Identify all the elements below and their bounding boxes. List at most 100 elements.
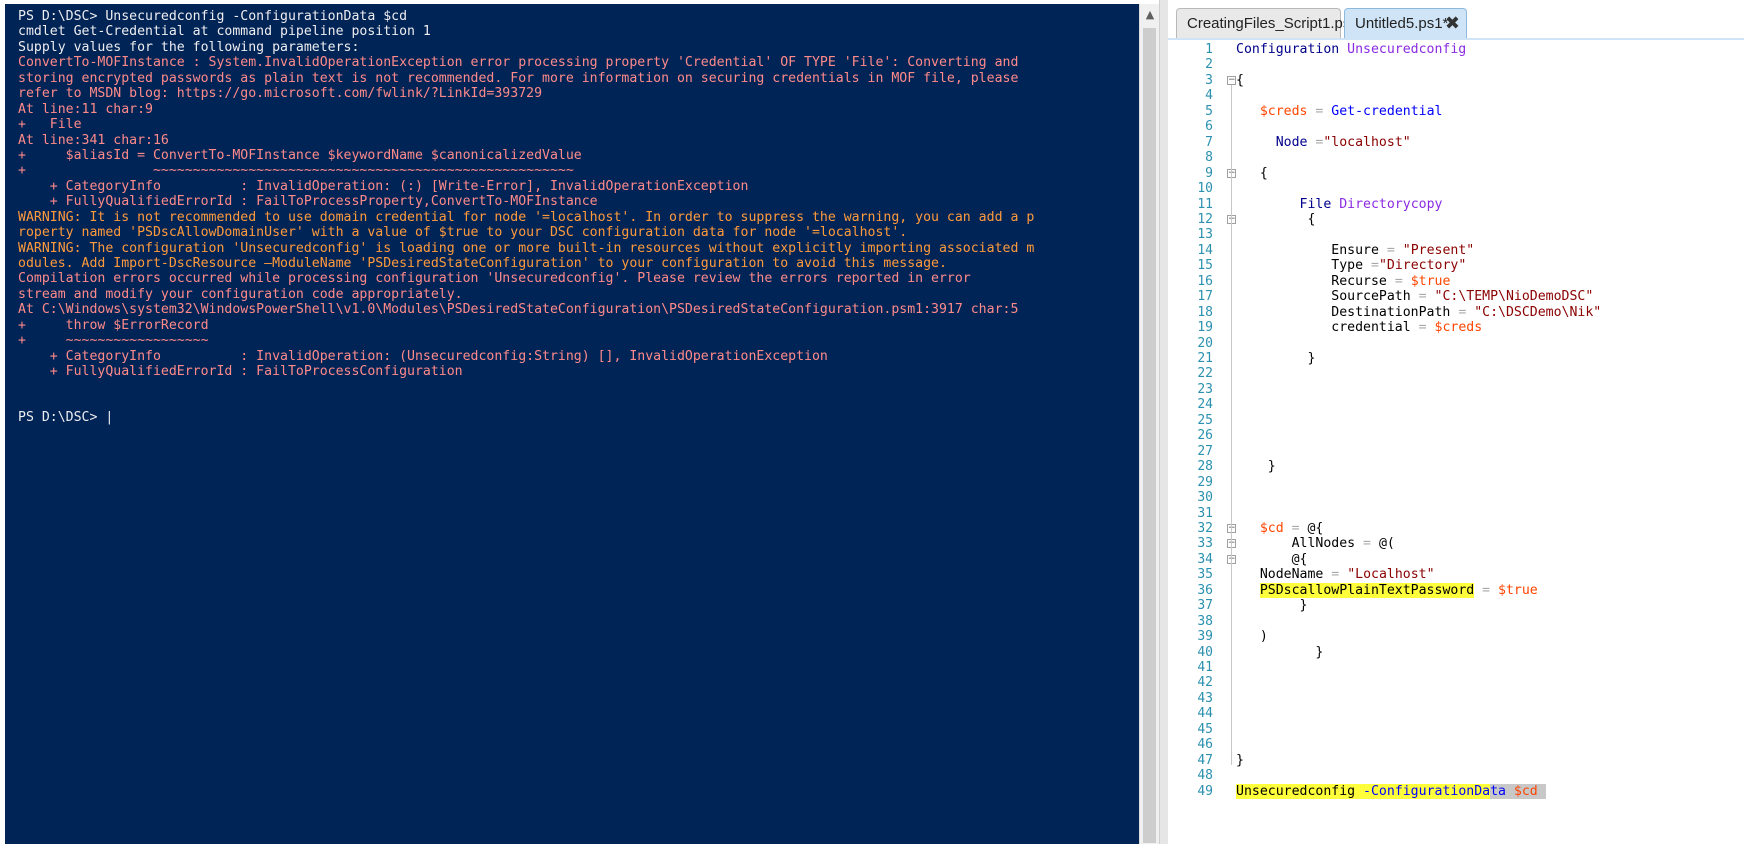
line-number: 37 (1197, 598, 1213, 614)
line-number: 14 (1197, 242, 1213, 258)
line-number: 41 (1197, 660, 1213, 675)
code-line[interactable]: Node ="localhost" (1236, 135, 1411, 150)
code-line[interactable]: Unsecuredconfig -ConfigurationData $cd (1236, 783, 1546, 799)
line-number: 30 (1197, 490, 1213, 506)
tab-label: CreatingFiles_Script1.ps1* (1187, 15, 1365, 32)
console-scrollbar[interactable]: ▲ (1139, 4, 1160, 844)
code-line[interactable]: DestinationPath = "C:\DSCDemo\Nik" (1236, 305, 1601, 320)
code-token: = (1458, 304, 1475, 320)
line-number: 21 (1197, 351, 1213, 366)
code-line[interactable]: $cd = @{ (1236, 521, 1324, 536)
code-line[interactable]: } (1236, 598, 1308, 613)
scroll-up-arrow-icon[interactable]: ▲ (1140, 6, 1160, 24)
tab-label: Untitled5.ps1* (1355, 15, 1449, 32)
code-line[interactable]: $creds = Get-credential (1236, 103, 1443, 119)
code-line[interactable]: { (1236, 73, 1244, 88)
scrollbar-thumb[interactable] (1143, 28, 1156, 843)
code-line[interactable]: Ensure = "Present" (1236, 243, 1474, 258)
code-token: Configuration (1236, 42, 1348, 57)
code-token: { (1236, 72, 1244, 88)
console-line: refer to MSDN blog: https://go.microsoft… (18, 86, 543, 102)
line-number: 33 (1197, 536, 1213, 552)
line-number: 23 (1197, 381, 1213, 397)
line-number: 40 (1197, 644, 1213, 660)
code-token: = (1363, 536, 1379, 552)
code-line[interactable]: Recurse = $true (1236, 274, 1450, 289)
code-line[interactable]: SourcePath = "C:\TEMP\NioDemoDSC" (1236, 289, 1593, 304)
code-token: "C:\TEMP\NioDemoDSC" (1434, 289, 1594, 305)
console-line: Compilation errors occurred while proces… (18, 271, 971, 287)
powershell-console[interactable]: PS D:\DSC> Unsecuredconfig -Configuratio… (5, 4, 1139, 844)
tab-creatingfiles-script1[interactable]: CreatingFiles_Script1.ps1* (1176, 8, 1365, 38)
code-token: -ConfigurationDa (1363, 783, 1491, 799)
line-number: 6 (1205, 119, 1213, 135)
line-number: 28 (1197, 459, 1213, 475)
code-line[interactable]: } (1236, 459, 1276, 474)
code-line[interactable]: ) (1236, 629, 1268, 644)
code-token: = (1307, 103, 1332, 119)
line-number: 20 (1197, 335, 1213, 351)
code-line[interactable]: { (1236, 166, 1268, 181)
code-line[interactable]: Configuration Unsecuredconfig (1236, 42, 1466, 57)
code-token: = (1331, 567, 1348, 583)
code-line[interactable]: PSDscallowPlainTextPassword = $true (1236, 582, 1538, 598)
line-number: 49 (1197, 783, 1213, 799)
code-token: = (1370, 258, 1379, 274)
console-line: odules. Add Import-DscResource –ModuleNa… (18, 256, 947, 271)
code-token: $cd (1513, 783, 1538, 799)
line-number: 18 (1197, 304, 1213, 320)
code-line[interactable]: AllNodes = @( (1236, 536, 1395, 551)
line-number: 13 (1197, 227, 1213, 243)
code-line[interactable]: File Directorycopy (1236, 197, 1443, 212)
code-token: { (1307, 211, 1316, 227)
line-number: 44 (1197, 706, 1213, 722)
code-line[interactable]: credential = $creds (1236, 320, 1482, 335)
code-line[interactable]: { (1236, 212, 1315, 227)
console-line: + throw $ErrorRecord (18, 317, 209, 333)
line-number: 2 (1205, 57, 1213, 73)
line-number: 38 (1197, 613, 1213, 629)
code-editor[interactable]: 1 Configuration Unsecuredconfig 2 3{−4 5 $cr… (1168, 42, 1744, 844)
code-line[interactable]: } (1236, 645, 1323, 660)
line-number: 25 (1197, 412, 1213, 428)
tab-untitled5[interactable]: Untitled5.ps1* ✖ (1344, 8, 1467, 38)
console-line: + ~~~~~~~~~~~~~~~~~~~~~~~~~~~~~~~~~~~~~~… (18, 163, 574, 179)
line-number: 34 (1197, 551, 1213, 567)
line-number: 42 (1197, 675, 1213, 691)
line-number: 29 (1197, 474, 1213, 490)
code-line[interactable]: } (1236, 753, 1244, 768)
code-token: Type (1331, 258, 1371, 274)
close-icon[interactable]: ✖ (1445, 9, 1460, 39)
console-line: storing encrypted passwords as plain tex… (18, 70, 1019, 86)
code-token: ta (1490, 783, 1514, 799)
code-token: } (1315, 644, 1324, 660)
fold-toggle-icon[interactable]: − (1227, 75, 1236, 85)
console-line: + FullyQualifiedErrorId : FailToProcessP… (18, 194, 598, 210)
code-token: $creds (1259, 103, 1308, 119)
code-line[interactable]: Type ="Directory" (1236, 258, 1466, 273)
fold-guide (1231, 223, 1232, 363)
code-token: @( (1378, 536, 1395, 552)
code-token: SourcePath (1331, 289, 1419, 305)
line-number: 5 (1205, 103, 1213, 119)
code-token: { (1259, 165, 1268, 181)
code-line[interactable]: } (1236, 351, 1315, 366)
script-editor-pane: CreatingFiles_Script1.ps1* Untitled5.ps1… (1168, 0, 1744, 844)
console-line: ConvertTo-MOFInstance : System.InvalidOp… (18, 55, 1019, 71)
console-line: + FullyQualifiedErrorId : FailToProcessC… (18, 364, 463, 380)
code-token: Get-credential (1331, 103, 1443, 119)
code-line[interactable]: @{ (1236, 552, 1308, 567)
code-token: = (1418, 289, 1435, 305)
code-token: = (1474, 582, 1499, 598)
code-token: = (1418, 320, 1435, 336)
code-line[interactable]: NodeName = "Localhost" (1236, 567, 1435, 582)
line-number: 7 (1205, 134, 1213, 150)
